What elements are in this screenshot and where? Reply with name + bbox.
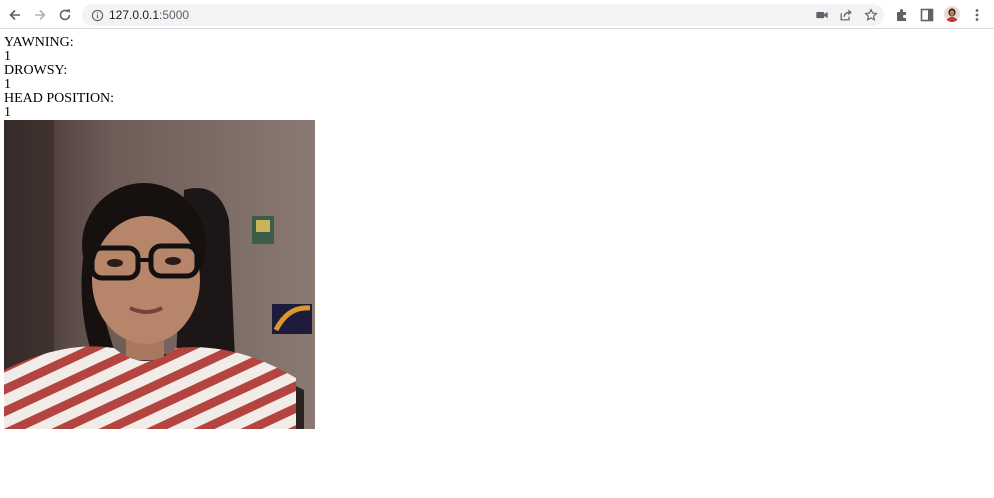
reload-icon <box>59 9 71 21</box>
head-position-value: 1 <box>4 105 11 120</box>
drowsy-label: DROWSY: <box>4 63 68 78</box>
yawning-label: YAWNING: <box>4 35 74 50</box>
side-panel-icon <box>920 8 934 22</box>
side-panel-button[interactable] <box>916 4 938 26</box>
webcam-video-feed <box>4 120 315 429</box>
url-text: 127.0.0.1:5000 <box>109 7 189 23</box>
star-icon[interactable] <box>863 7 879 23</box>
menu-button[interactable] <box>966 4 988 26</box>
url-port: :5000 <box>159 8 190 22</box>
avatar[interactable] <box>944 6 960 22</box>
puzzle-icon <box>897 9 906 21</box>
page-content: YAWNING: 1 DROWSY: 1 HEAD POSITION: 1 <box>4 36 114 120</box>
head-position-label: HEAD POSITION: <box>4 91 115 106</box>
address-bar[interactable]: 127.0.0.1:5000 <box>82 4 884 26</box>
forward-button[interactable] <box>29 4 51 26</box>
yawning-value: 1 <box>4 49 11 64</box>
extensions-button[interactable] <box>891 4 913 26</box>
camera-icon[interactable] <box>814 7 830 23</box>
reload-button[interactable] <box>54 4 76 26</box>
info-icon[interactable] <box>89 7 105 23</box>
arrow-right-icon <box>35 9 46 21</box>
share-icon[interactable] <box>838 7 854 23</box>
arrow-left-icon <box>9 9 20 21</box>
kebab-menu-icon <box>975 9 979 21</box>
back-button[interactable] <box>4 4 26 26</box>
url-host: 127.0.0.1 <box>109 8 160 22</box>
browser-toolbar: 127.0.0.1:5000 <box>0 0 994 29</box>
drowsy-value: 1 <box>4 77 11 92</box>
